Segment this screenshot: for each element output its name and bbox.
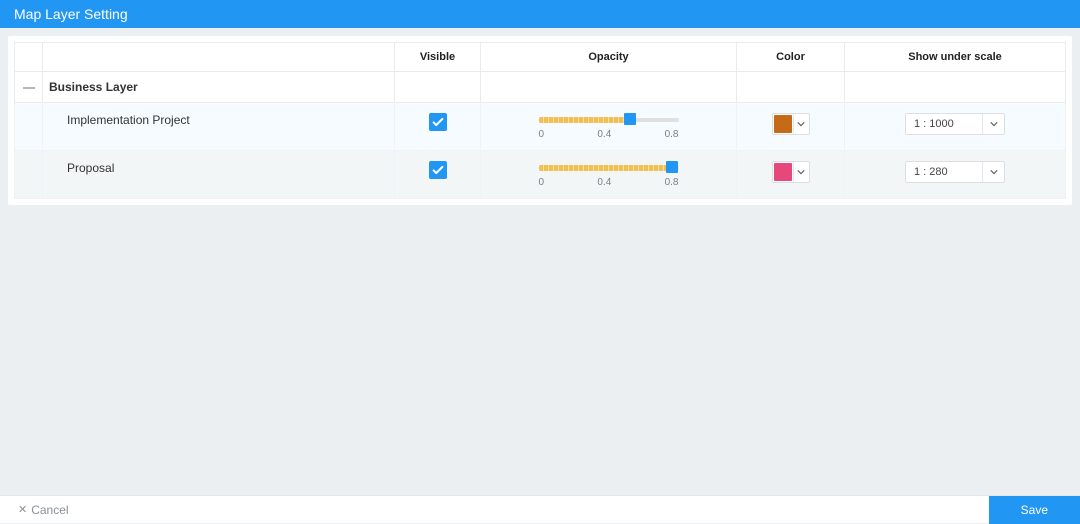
footer: ✕ Cancel Save — [0, 495, 1080, 523]
visible-checkbox[interactable] — [429, 113, 447, 131]
chevron-down-icon — [982, 114, 1004, 134]
color-picker[interactable] — [772, 161, 810, 183]
check-icon — [431, 115, 445, 129]
opacity-slider[interactable]: 0 0.4 0.8 — [539, 113, 679, 140]
header-color: Color — [737, 43, 845, 72]
table-header-row: Visible Opacity Color Show under scale — [15, 43, 1066, 72]
group-name: Business Layer — [43, 72, 395, 103]
header-name — [43, 43, 395, 72]
cancel-button[interactable]: ✕ Cancel — [18, 503, 69, 517]
layer-table: Visible Opacity Color Show under scale B… — [14, 42, 1066, 199]
save-button[interactable]: Save — [989, 496, 1080, 524]
slider-handle[interactable] — [666, 161, 678, 173]
group-row: Business Layer — [15, 72, 1066, 103]
close-icon: ✕ — [18, 503, 27, 516]
chevron-down-icon — [793, 162, 809, 182]
scale-value: 1 : 1000 — [906, 114, 982, 134]
table-row: Implementation Project — [15, 103, 1066, 151]
titlebar: Map Layer Setting — [0, 0, 1080, 28]
save-label: Save — [1021, 503, 1048, 517]
visible-checkbox[interactable] — [429, 161, 447, 179]
header-scale: Show under scale — [845, 43, 1066, 72]
collapse-icon[interactable] — [23, 87, 35, 89]
scale-dropdown[interactable]: 1 : 280 — [905, 161, 1005, 183]
header-toggle — [15, 43, 43, 72]
layer-name: Implementation Project — [43, 103, 395, 151]
header-opacity: Opacity — [481, 43, 737, 72]
opacity-slider[interactable]: 0 0.4 0.8 — [539, 161, 679, 188]
scale-dropdown[interactable]: 1 : 1000 — [905, 113, 1005, 135]
page-title: Map Layer Setting — [14, 6, 128, 22]
cancel-label: Cancel — [31, 503, 68, 517]
scale-value: 1 : 280 — [906, 162, 982, 182]
settings-panel: Visible Opacity Color Show under scale B… — [8, 36, 1072, 205]
slider-ticks: 0 0.4 0.8 — [539, 177, 679, 188]
chevron-down-icon — [982, 162, 1004, 182]
content-area: Visible Opacity Color Show under scale B… — [0, 28, 1080, 213]
color-picker[interactable] — [772, 113, 810, 135]
check-icon — [431, 163, 445, 177]
color-swatch — [774, 115, 792, 133]
slider-ticks: 0 0.4 0.8 — [539, 129, 679, 140]
color-swatch — [774, 163, 792, 181]
layer-name: Proposal — [43, 151, 395, 199]
header-visible: Visible — [395, 43, 481, 72]
table-row: Proposal — [15, 151, 1066, 199]
slider-handle[interactable] — [624, 113, 636, 125]
chevron-down-icon — [793, 114, 809, 134]
